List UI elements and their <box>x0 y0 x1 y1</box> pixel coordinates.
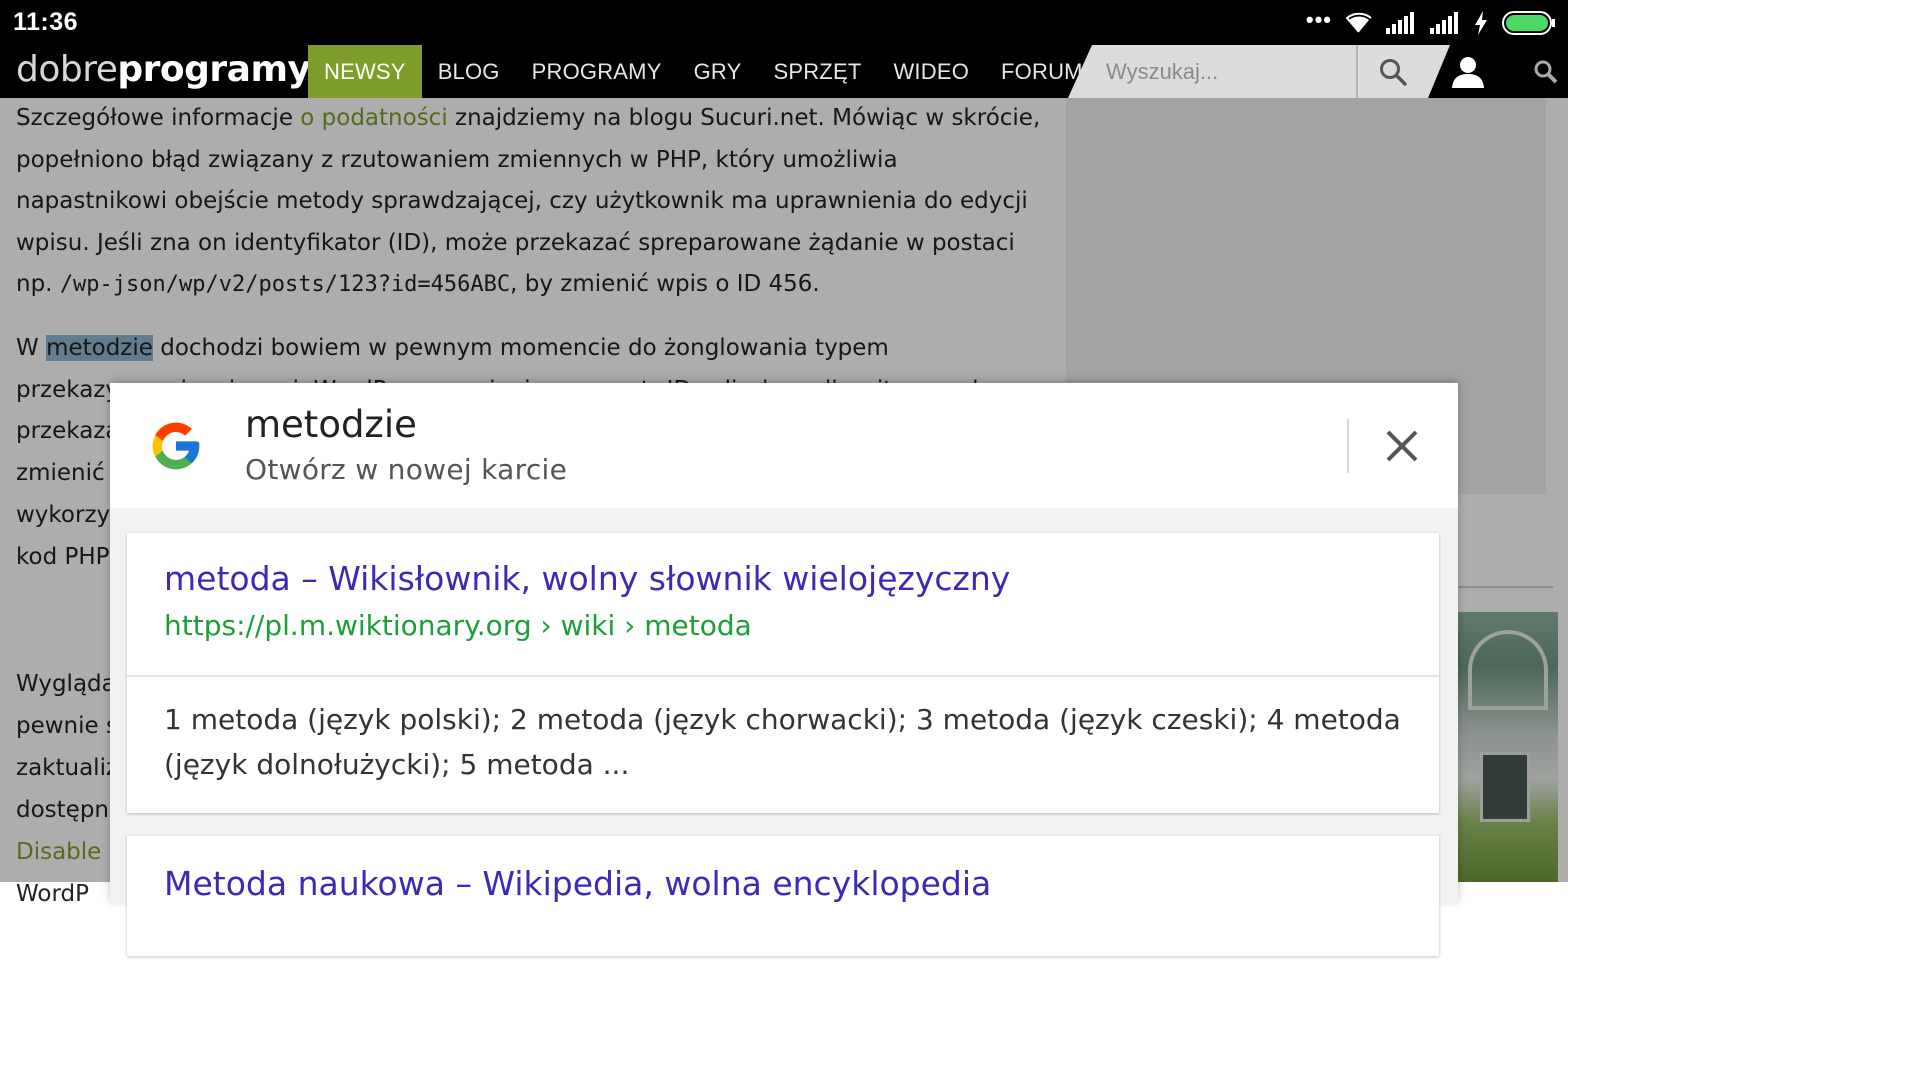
search-input[interactable] <box>1092 45 1356 98</box>
result-title-link[interactable]: metoda – Wikisłownik, wolny słownik wiel… <box>164 559 1010 598</box>
theme-toggle-icon[interactable] <box>1532 58 1558 89</box>
charging-icon <box>1475 11 1487 35</box>
status-time: 11:36 <box>13 8 79 36</box>
search-icon <box>1380 58 1407 86</box>
nav-item-wideo[interactable]: WIDEO <box>877 45 985 98</box>
close-icon <box>1386 430 1418 462</box>
header-divider <box>1347 419 1349 473</box>
search-query-text: metodzie <box>245 403 417 446</box>
search-result-card[interactable]: metoda – Wikisłownik, wolny słownik wiel… <box>127 533 1439 813</box>
site-logo[interactable]: dobreprogramy <box>16 49 311 90</box>
signal-icon <box>1386 12 1414 34</box>
result-snippet: 1 metoda (język polski); 2 metoda (język… <box>164 703 1401 781</box>
google-panel-header[interactable]: metodzie Otwórz w nowej karcie <box>110 383 1458 508</box>
result-separator <box>127 675 1439 677</box>
user-account-button[interactable] <box>1438 45 1498 98</box>
nav-item-gry[interactable]: GRY <box>678 45 758 98</box>
google-search-panel: metodzie Otwórz w nowej karcie metoda – … <box>110 383 1458 956</box>
more-dots-icon: ••• <box>1305 7 1332 32</box>
battery-icon <box>1502 11 1555 35</box>
google-logo-icon <box>148 418 204 479</box>
logo-bold-text: programy <box>117 49 311 90</box>
signal-icon <box>1430 12 1458 34</box>
nav-item-newsy[interactable]: NEWSY <box>308 45 422 98</box>
open-in-new-tab-link[interactable]: Otwórz w nowej karcie <box>245 453 567 486</box>
nav-item-blog[interactable]: BLOG <box>422 45 516 98</box>
result-url: https://pl.m.wiktionary.org › wiki › met… <box>164 609 752 642</box>
main-menu: NEWSY BLOG PROGRAMY GRY SPRZĘT WIDEO FOR… <box>308 45 1099 98</box>
search-button[interactable] <box>1356 45 1428 98</box>
search-result-card[interactable]: Metoda naukowa – Wikipedia, wolna encykl… <box>127 836 1439 956</box>
nav-item-programy[interactable]: PROGRAMY <box>516 45 678 98</box>
search-slant-decoration <box>1068 45 1092 98</box>
site-navbar: dobreprogramy NEWSY BLOG PROGRAMY GRY SP… <box>0 45 1568 98</box>
search-area <box>1068 45 1568 98</box>
result-title-link[interactable]: Metoda naukowa – Wikipedia, wolna encykl… <box>164 864 991 903</box>
nav-item-sprzet[interactable]: SPRZĘT <box>757 45 877 98</box>
logo-light-text: dobre <box>16 49 118 90</box>
wifi-icon <box>1346 12 1372 33</box>
user-icon <box>1452 56 1484 88</box>
status-bar: 11:36 ••• <box>0 0 1568 45</box>
close-button[interactable] <box>1372 419 1432 473</box>
status-icons: ••• <box>1306 9 1556 37</box>
